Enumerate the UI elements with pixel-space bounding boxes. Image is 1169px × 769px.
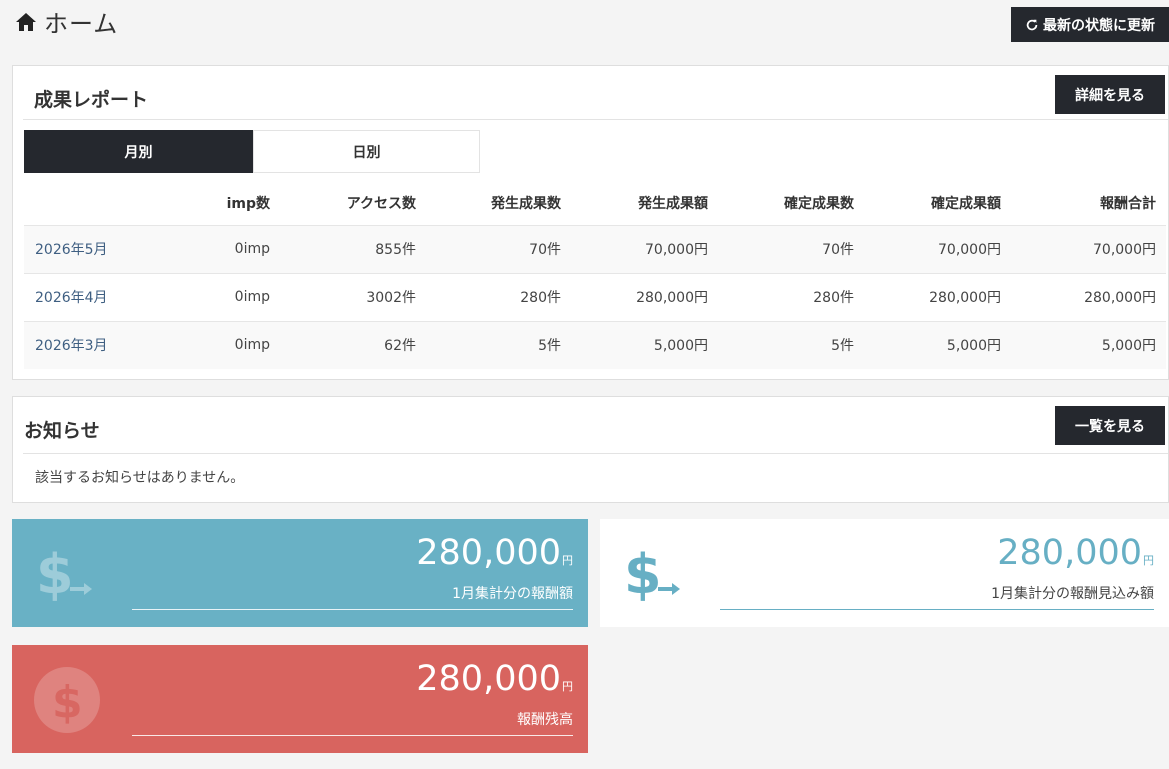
total-cell: 280,000円 <box>1011 272 1166 321</box>
list-button[interactable]: 一覧を見る <box>1055 406 1165 445</box>
detail-button[interactable]: 詳細を見る <box>1055 75 1165 114</box>
gen-amount-cell: 280,000円 <box>571 272 718 321</box>
conf-amount-cell: 280,000円 <box>864 272 1011 321</box>
refresh-label: 最新の状態に更新 <box>1043 17 1155 34</box>
balance-card: $ 280,000円 報酬残高 <box>12 645 588 753</box>
column-header-conf-count: 確定成果数 <box>784 195 854 212</box>
conf-count-cell: 5件 <box>718 320 864 369</box>
expected-label: 1月集計分の報酬見込み額 <box>991 586 1154 602</box>
imp-cell: 0imp <box>184 320 280 369</box>
dollar-arrow-icon: $ <box>36 543 92 606</box>
tab-monthly[interactable]: 月別 <box>24 130 253 173</box>
column-header-access: アクセス数 <box>346 195 416 212</box>
total-cell: 5,000円 <box>1011 320 1166 369</box>
gen-amount-cell: 70,000円 <box>571 224 718 273</box>
reward-card: $ 280,000円 1月集計分の報酬額 <box>12 519 588 627</box>
imp-cell: 0imp <box>184 224 280 273</box>
report-title: 成果レポート <box>34 89 149 111</box>
access-cell: 62件 <box>280 320 426 369</box>
balance-rule <box>132 735 573 736</box>
month-link[interactable]: 2026年3月 <box>24 320 184 369</box>
balance-label: 報酬残高 <box>517 712 573 728</box>
conf-amount-cell: 5,000円 <box>864 320 1011 369</box>
reward-rule <box>132 609 573 610</box>
news-title: お知らせ <box>24 420 100 442</box>
dollar-arrow-icon: $ <box>624 543 680 606</box>
expected-reward-card: $ 280,000円 1月集計分の報酬見込み額 <box>600 519 1169 627</box>
conf-amount-cell: 70,000円 <box>864 224 1011 273</box>
table-row: 2026年3月 0imp 62件 5件 5,000円 5件 5,000円 5,0… <box>24 320 1166 369</box>
svg-text:$: $ <box>36 543 74 606</box>
reward-amount: 280,000円 <box>416 533 573 573</box>
table-header-row: imp数 アクセス数 発生成果数 発生成果額 確定成果数 確定成果額 報酬合計 <box>24 181 1166 225</box>
column-header-total: 報酬合計 <box>1100 195 1156 212</box>
table-row: 2026年5月 0imp 855件 70件 70,000円 70件 70,000… <box>24 224 1166 273</box>
home-icon <box>16 12 36 31</box>
access-cell: 3002件 <box>280 272 426 321</box>
news-divider <box>23 453 1168 454</box>
refresh-icon <box>1026 19 1038 30</box>
month-link[interactable]: 2026年4月 <box>24 272 184 321</box>
svg-text:$: $ <box>624 543 662 606</box>
column-header-imp: imp数 <box>226 195 270 212</box>
gen-count-cell: 70件 <box>426 224 571 273</box>
conf-count-cell: 70件 <box>718 224 864 273</box>
news-empty-message: 該当するお知らせはありません。 <box>35 470 245 486</box>
page-header: ホーム <box>14 4 118 39</box>
table-row: 2026年4月 0imp 3002件 280件 280,000円 280件 28… <box>24 272 1166 321</box>
reward-label: 1月集計分の報酬額 <box>452 586 573 602</box>
balance-amount: 280,000円 <box>416 659 573 699</box>
svg-text:$: $ <box>52 677 83 728</box>
expected-amount: 280,000円 <box>997 533 1154 573</box>
column-header-gen-amount: 発生成果額 <box>638 195 708 212</box>
dollar-circle-icon: $ <box>34 667 100 733</box>
conf-count-cell: 280件 <box>718 272 864 321</box>
column-header-gen-count: 発生成果数 <box>491 195 561 212</box>
report-table: imp数 アクセス数 発生成果数 発生成果額 確定成果数 確定成果額 報酬合計 … <box>24 181 1166 369</box>
refresh-button[interactable]: 最新の状態に更新 <box>1011 7 1169 42</box>
report-divider <box>23 119 1168 120</box>
expected-rule <box>720 609 1154 610</box>
access-cell: 855件 <box>280 224 426 273</box>
report-panel: 成果レポート 詳細を見る 月別 日別 imp数 アクセス数 発生成果数 発生成果… <box>12 65 1169 380</box>
gen-amount-cell: 5,000円 <box>571 320 718 369</box>
month-link[interactable]: 2026年5月 <box>24 224 184 273</box>
gen-count-cell: 280件 <box>426 272 571 321</box>
column-header-month <box>24 181 184 225</box>
column-header-conf-amount: 確定成果額 <box>931 195 1001 212</box>
gen-count-cell: 5件 <box>426 320 571 369</box>
news-panel: お知らせ 一覧を見る 該当するお知らせはありません。 <box>12 396 1169 503</box>
total-cell: 70,000円 <box>1011 224 1166 273</box>
page-title: ホーム <box>44 10 119 38</box>
tab-daily[interactable]: 日別 <box>253 130 480 173</box>
report-tabs: 月別 日別 <box>24 130 480 173</box>
imp-cell: 0imp <box>184 272 280 321</box>
